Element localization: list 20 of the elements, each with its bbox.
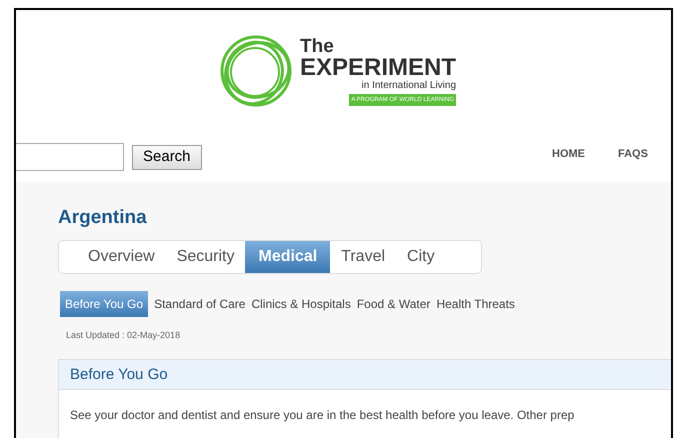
tab[interactable]: Overview xyxy=(77,241,166,273)
panel-text: See your doctor and dentist and ensure you are in the best health before you leave. Other prep xyxy=(69,406,576,424)
nav-link[interactable]: HOME xyxy=(552,146,585,162)
search-field[interactable] xyxy=(16,143,124,171)
subtab[interactable]: Food & Water xyxy=(356,291,430,317)
country-heading: Argentina xyxy=(58,206,148,230)
subtab[interactable]: Health Threats xyxy=(436,291,515,317)
logo-text: in International Living xyxy=(362,80,456,92)
tab[interactable]: Travel xyxy=(330,241,396,273)
logo-text: EXPERIMENT xyxy=(300,56,456,80)
last-updated-text: Last Updated : 02-May-2018 xyxy=(66,329,182,342)
tab[interactable]: Security xyxy=(166,241,246,273)
circle-logo-icon xyxy=(218,33,294,109)
nav-link[interactable]: FAQS xyxy=(618,146,648,162)
panel-header: Before You Go xyxy=(59,360,671,390)
logo-text: The xyxy=(300,36,334,56)
tab[interactable]: City xyxy=(396,241,446,273)
subtab[interactable]: Standard of Care xyxy=(154,291,246,317)
search-button[interactable]: Search xyxy=(132,144,202,170)
subtab[interactable]: Clinics & Hospitals xyxy=(251,291,351,317)
